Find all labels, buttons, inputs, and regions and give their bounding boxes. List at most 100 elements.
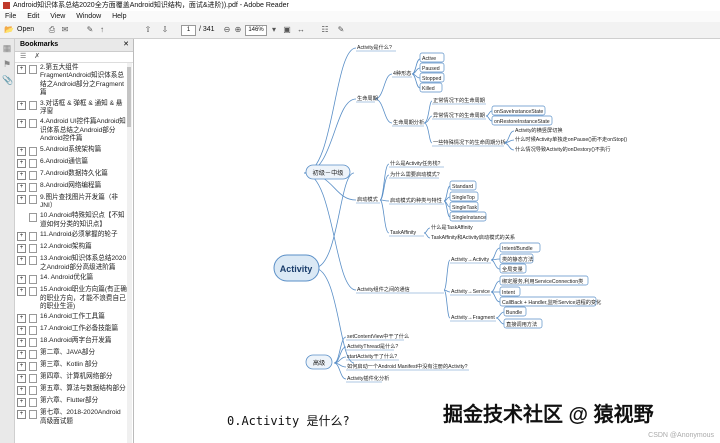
bookmark-label: 7.Android数据持久化篇 (40, 169, 108, 177)
expand-icon[interactable]: + (17, 398, 26, 408)
bookmark-item[interactable]: +13.Android知识体系总结2020之Android部分高级进阶篇 (15, 254, 127, 273)
navigation-pane-strip: ▦ ⚑ 📎 (0, 39, 15, 443)
email-icon[interactable]: ✉ (60, 25, 70, 35)
bookmark-page-icon (29, 100, 37, 110)
bookmarks-scrollbar[interactable] (127, 63, 132, 443)
attachments-panel-icon[interactable]: 📎 (2, 75, 13, 87)
delete-bookmark-icon[interactable]: ✗ (34, 53, 40, 60)
bookmark-label: 第五章、算法与数据结构部分 (40, 385, 126, 393)
open-folder-icon[interactable]: 📂 (4, 25, 14, 35)
bookmark-item[interactable]: +18.Android两字台开发篇 (15, 336, 127, 348)
node-manifest: 如何启动一个Android Manifest中没有注册的Activity? (347, 362, 468, 370)
fit-width-icon[interactable]: ↔ (296, 25, 306, 35)
document-viewer[interactable]: Activity 初级－中级 高级 Activity是什么? 生命周期 4种形态… (134, 39, 720, 443)
expand-icon[interactable]: + (17, 338, 26, 348)
bookmark-page-icon (29, 410, 37, 420)
bookmark-item[interactable]: +5.Android系统架构篇 (15, 145, 127, 157)
bookmark-label: 第三章、Kotlin 部分 (40, 361, 98, 369)
bookmark-item[interactable]: + 第五章、算法与数据结构部分 (15, 384, 127, 396)
bookmark-page-icon (29, 213, 37, 223)
bookmark-item[interactable]: +7.Android数据持久化篇 (15, 169, 127, 181)
bookmark-item[interactable]: +11.Android必须掌握的轮子 (15, 230, 127, 242)
page-number-input[interactable]: 1 (181, 25, 196, 36)
bookmark-item[interactable]: + 第四章、计算机网络部分 (15, 372, 127, 384)
expand-icon[interactable]: + (17, 182, 26, 192)
bookmarks-panel-icon[interactable]: ⚑ (2, 59, 12, 71)
bookmark-item[interactable]: +15.Android职业方向篇(有正确的职业方向，才能不浪费自己的职业生涯) (15, 285, 127, 312)
bookmark-item[interactable]: + 第三章、Kotlin 部分 (15, 360, 127, 372)
bookmark-page-icon (29, 146, 37, 156)
bookmark-label: 6.Android通信篇 (40, 157, 89, 165)
cursor-icon[interactable]: ↑ (97, 25, 107, 35)
expand-icon[interactable]: + (17, 326, 26, 336)
expand-icon[interactable]: + (17, 232, 26, 242)
bookmark-item[interactable]: +4.Android UI控件篇Android知识体系总结之Android部分A… (15, 117, 127, 144)
node-direct-call: 直接调用方法 (506, 320, 537, 328)
zoom-input[interactable]: 146% (245, 25, 267, 36)
bookmarks-title: Bookmarks (20, 41, 59, 48)
menu-file[interactable]: File (5, 13, 16, 20)
bookmark-item[interactable]: +3.对话框 & 弹框 & 通知 & 悬浮窗 (15, 99, 127, 118)
bookmark-item[interactable]: +2.第五大组件 FragmentAndroid知识体系总结之Android部分… (15, 63, 127, 99)
print-icon[interactable]: ⎙ (47, 25, 57, 35)
bookmark-page-icon (29, 326, 37, 336)
bookmark-item[interactable]: +17.Android工作必备技能篇 (15, 324, 127, 336)
menu-view[interactable]: View (50, 13, 65, 20)
expand-icon[interactable]: + (17, 386, 26, 396)
bookmark-item[interactable]: + 第七章、2018-2020Android高级面试题 (15, 408, 127, 427)
node-singletask: SingleTask (452, 205, 477, 211)
adobe-reader-icon (3, 2, 10, 9)
next-page-icon[interactable]: ⇩ (160, 25, 170, 35)
expand-icon[interactable]: + (17, 100, 26, 110)
menu-help[interactable]: Help (112, 13, 126, 20)
bookmark-item[interactable]: +9.图片查找图片开发篇（非JNI） (15, 193, 127, 212)
bookmark-item[interactable]: + 第二章、JAVA部分 (15, 348, 127, 360)
page-total: / 341 (199, 26, 215, 33)
bookmark-item[interactable]: +16.Android工作工具篇 (15, 312, 127, 324)
bookmark-label: 第七章、2018-2020Android高级面试题 (40, 409, 121, 425)
menu-edit[interactable]: Edit (27, 13, 39, 20)
bookmark-item[interactable]: +14. Android优化篇 (15, 273, 127, 285)
menu-window[interactable]: Window (76, 13, 101, 20)
expand-icon[interactable]: + (17, 65, 26, 74)
expand-icon[interactable]: + (17, 362, 26, 372)
fit-page-icon[interactable]: ▣ (282, 25, 292, 35)
expand-icon[interactable]: + (17, 146, 26, 156)
expand-icon[interactable]: + (17, 314, 26, 324)
highlight-icon[interactable]: ✎ (336, 25, 346, 35)
expand-icon[interactable]: + (17, 374, 26, 384)
expand-icon[interactable]: + (17, 256, 26, 266)
expand-icon[interactable]: + (17, 350, 26, 360)
bookmark-page-icon (29, 232, 37, 242)
comment-icon[interactable]: ✎ (85, 25, 95, 35)
bookmark-label: 13.Android知识体系总结2020之Android部分高级进阶篇 (40, 255, 127, 271)
zoom-dropdown-icon[interactable]: ▾ (269, 25, 279, 35)
open-button[interactable]: Open (17, 25, 34, 35)
expand-icon[interactable]: + (17, 287, 26, 297)
options-icon[interactable]: ☰ (20, 53, 26, 60)
bookmarks-list: +2.第五大组件 FragmentAndroid知识体系总结之Android部分… (15, 63, 127, 443)
expand-icon[interactable]: + (17, 194, 26, 204)
bookmark-page-icon (29, 182, 37, 192)
zoom-out-icon[interactable]: ⊖ (222, 25, 232, 35)
expand-icon[interactable]: + (17, 158, 26, 168)
node-affinity-rel: TaskAffinity和Activity启动模式的关系 (431, 233, 515, 241)
bookmark-item[interactable]: + 第六章、Flutter部分 (15, 396, 127, 408)
expand-icon[interactable]: + (17, 119, 26, 129)
expand-icon[interactable]: + (17, 275, 26, 285)
close-icon[interactable]: ✕ (123, 39, 129, 51)
expand-icon[interactable]: + (17, 244, 26, 254)
bookmark-page-icon (29, 350, 37, 360)
zoom-in-icon[interactable]: ⊕ (233, 25, 243, 35)
expand-icon[interactable]: + (17, 410, 26, 420)
pages-panel-icon[interactable]: ▦ (2, 43, 12, 55)
scrollbar-thumb[interactable] (127, 67, 131, 127)
sticky-note-icon[interactable]: ☷ (320, 25, 330, 35)
bookmark-item[interactable]: +6.Android通信篇 (15, 157, 127, 169)
bookmark-item[interactable]: +8.Android网络编程篇 (15, 181, 127, 193)
bookmark-item[interactable]: 10.Android特殊知识点【不知道如何分类的知识点】 (15, 211, 127, 230)
previous-page-icon[interactable]: ⇧ (143, 25, 153, 35)
node-killed: Killed (422, 86, 435, 92)
expand-icon[interactable]: + (17, 170, 26, 180)
bookmark-item[interactable]: +12.Android架构篇 (15, 242, 127, 254)
